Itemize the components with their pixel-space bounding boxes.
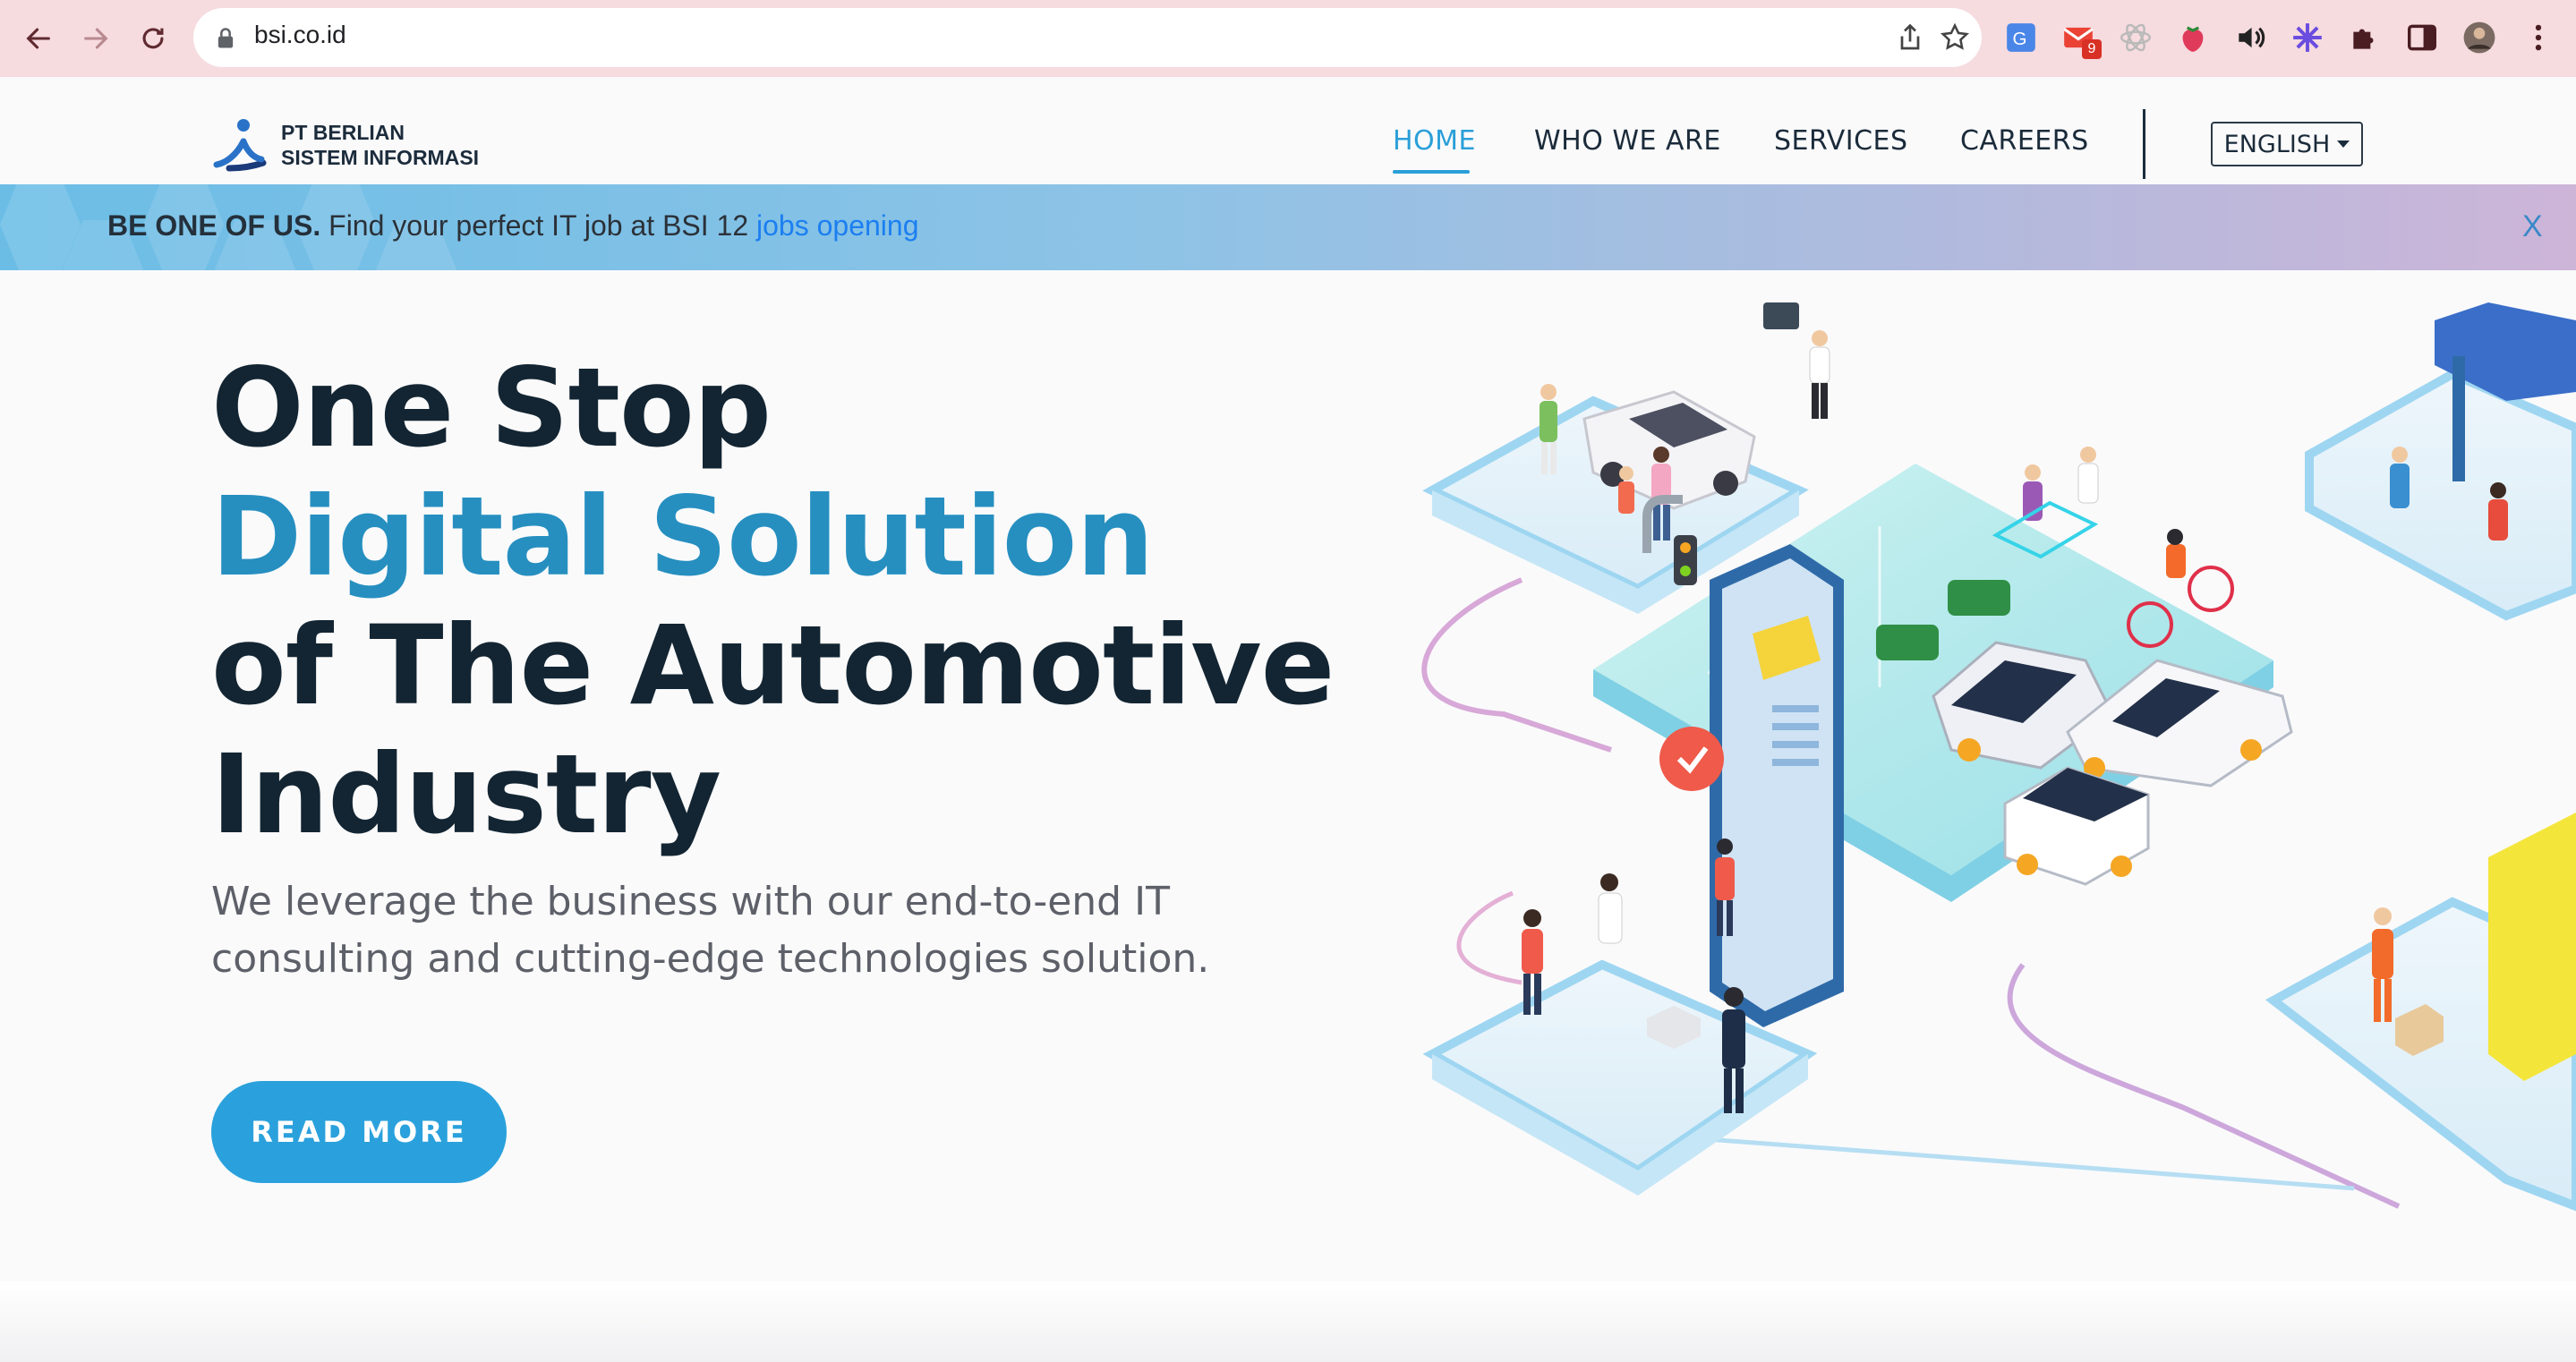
translate-extension-icon[interactable]: G	[2003, 20, 2039, 55]
jobs-opening-link[interactable]: jobs opening	[756, 209, 918, 242]
announcement-bold: BE ONE OF US.	[107, 209, 321, 242]
reload-button[interactable]	[127, 13, 179, 64]
active-nav-underline	[1393, 170, 1470, 174]
mail-count-badge: 9	[2082, 39, 2102, 59]
hero-title-line-1: One Stop	[211, 345, 772, 472]
forward-arrow-icon	[84, 28, 108, 49]
sparkle-extension-icon[interactable]	[2290, 20, 2325, 55]
gmail-extension-icon[interactable]: 9	[2060, 20, 2102, 59]
lock-icon	[218, 28, 234, 48]
nav-divider	[2143, 109, 2145, 179]
language-dropdown[interactable]: ENGLISH	[2211, 122, 2363, 166]
caret-down-icon	[2337, 140, 2350, 148]
back-arrow-icon	[26, 28, 50, 49]
announcement-text: BE ONE OF US. Find your perfect IT job a…	[107, 209, 919, 243]
site-header: PT BERLIAN SISTEM INFORMASI HOME WHO WE …	[0, 77, 2576, 184]
address-bar[interactable]: bsi.co.id	[193, 8, 1982, 67]
bookmark-star-icon[interactable]	[1939, 21, 1971, 54]
garage-platform	[2305, 302, 2576, 621]
hero-subtitle: We leverage the business with our end-to…	[211, 879, 1210, 982]
more-menu-icon[interactable]	[2521, 20, 2556, 55]
svg-text:G: G	[2013, 29, 2027, 49]
read-more-button[interactable]: READ MORE	[211, 1081, 507, 1183]
bench	[1948, 580, 2010, 616]
nav-who-we-are[interactable]: WHO WE ARE	[1534, 125, 1721, 157]
hero-title-line-2: Digital Solution	[211, 473, 1154, 600]
browser-toolbar: bsi.co.id G 9	[0, 0, 2576, 77]
announcement-body: Find your perfect IT job at BSI 12	[320, 209, 757, 242]
close-announcement-button[interactable]: X	[2522, 209, 2543, 244]
company-logo[interactable]: PT BERLIAN SISTEM INFORMASI	[211, 116, 479, 174]
delivery-platform	[2265, 813, 2576, 1212]
bsi-logo-icon	[213, 119, 267, 172]
side-panel-icon[interactable]	[2404, 20, 2440, 55]
profile-avatar[interactable]	[2461, 20, 2497, 55]
volume-icon[interactable]	[2232, 20, 2268, 55]
jobs-announcement-bar: BE ONE OF US. Find your perfect IT job a…	[0, 184, 2576, 270]
share-icon[interactable]	[1894, 21, 1926, 54]
bench	[1876, 625, 1939, 660]
logo-line-1: PT BERLIAN	[281, 121, 405, 144]
language-label: ENGLISH	[2223, 130, 2331, 158]
mechanic-figure	[1763, 302, 1830, 419]
nav-home[interactable]: HOME	[1393, 125, 1476, 157]
strawberry-extension-icon[interactable]	[2175, 20, 2211, 55]
hero-title: One Stop Digital Solution of The Automot…	[211, 344, 1335, 859]
hero-title-line-3: of The Automotive	[211, 602, 1335, 729]
react-devtools-icon[interactable]	[2118, 20, 2154, 55]
nav-careers[interactable]: CAREERS	[1960, 125, 2089, 157]
section-divider	[0, 1281, 2576, 1362]
hero-title-line-4: Industry	[211, 731, 721, 858]
automotive-city-illustration	[1421, 302, 2576, 1212]
extensions-puzzle-icon[interactable]	[2347, 20, 2383, 55]
back-button[interactable]	[13, 13, 64, 64]
reload-icon	[142, 28, 164, 49]
url-text: bsi.co.id	[254, 21, 346, 48]
logo-line-2: SISTEM INFORMASI	[281, 146, 480, 169]
nav-services[interactable]: SERVICES	[1774, 125, 1908, 157]
forward-button[interactable]	[70, 13, 122, 64]
